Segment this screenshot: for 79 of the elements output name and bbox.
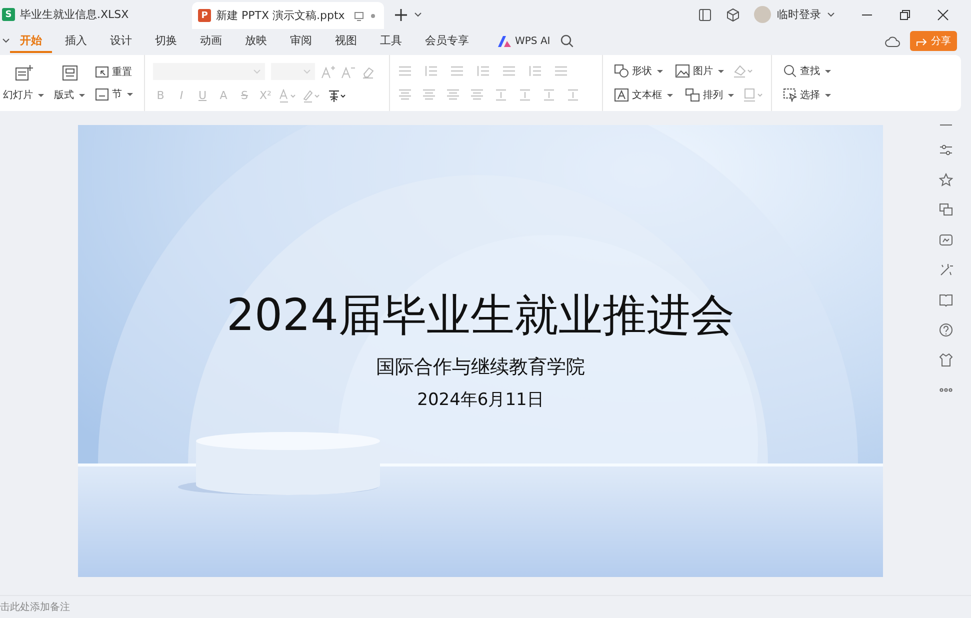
sliders-icon[interactable]	[939, 143, 953, 157]
document-tab-label: 新建 PPTX 演示文稿.pptx	[216, 8, 346, 23]
picture-icon	[675, 64, 690, 78]
file-type-icon: P	[198, 9, 211, 22]
slide-title: 2024届毕业生就业推进会	[226, 289, 734, 343]
reset-icon	[95, 66, 109, 78]
shapes-icon	[614, 64, 629, 78]
avatar-icon[interactable]	[754, 6, 771, 23]
find-button[interactable]: 查找	[780, 62, 834, 80]
section-button[interactable]: 节	[92, 85, 136, 103]
book-icon[interactable]	[939, 293, 953, 307]
outline-icon[interactable]	[743, 88, 763, 102]
star-icon[interactable]	[939, 173, 953, 187]
increase-font-icon[interactable]	[321, 64, 335, 79]
collapse-icon[interactable]	[940, 123, 952, 127]
menu-tab[interactable]: 动画	[190, 30, 232, 52]
arrange-button[interactable]: 排列	[682, 86, 737, 104]
menu-tab[interactable]: 工具	[370, 30, 412, 52]
align-icon[interactable]	[398, 88, 414, 102]
help-icon[interactable]	[939, 323, 953, 337]
magic-wand-icon[interactable]	[939, 263, 953, 277]
share-arrow-icon	[916, 36, 928, 46]
slide-subtitle: 国际合作与继续教育学院	[376, 355, 585, 380]
menu-tab[interactable]: 会员专享	[415, 30, 479, 52]
menu-tab[interactable]: 插入	[55, 30, 97, 52]
ai-logo-icon	[498, 36, 511, 46]
close-icon[interactable]	[937, 8, 949, 20]
font-size-field[interactable]	[271, 63, 315, 80]
layout-button[interactable]: 版式	[51, 86, 88, 104]
menu-tab[interactable]: 切换	[145, 30, 187, 52]
eraser-icon[interactable]	[361, 64, 375, 79]
menu-tab[interactable]: 设计	[100, 30, 142, 52]
fill-icon[interactable]	[733, 64, 753, 78]
menu-tab[interactable]: 放映	[235, 30, 277, 52]
search-icon[interactable]	[560, 34, 574, 48]
align-icon[interactable]	[470, 88, 486, 102]
shapes-button[interactable]: 形状	[611, 62, 666, 80]
caret-icon[interactable]	[2, 38, 10, 44]
layout-icon[interactable]	[60, 64, 78, 82]
dot-icon	[370, 12, 376, 18]
font-name-field[interactable]	[153, 63, 265, 80]
section-icon	[95, 88, 109, 100]
new-slide-icon[interactable]	[14, 64, 32, 82]
align-icon[interactable]	[446, 88, 462, 102]
slide[interactable]: 2024届毕业生就业推进会 国际合作与继续教育学院 2024年6月11日	[78, 125, 883, 577]
slide-date: 2024年6月11日	[417, 389, 544, 411]
ai-button[interactable]: WPS AI	[498, 36, 550, 46]
text-box-icon	[614, 88, 629, 102]
cursor-select-icon	[783, 88, 797, 102]
caret-icon[interactable]	[827, 12, 835, 18]
cloud-icon[interactable]	[885, 34, 900, 48]
account-name[interactable]: 临时登录	[777, 7, 821, 22]
menu-tab[interactable]: 视图	[325, 30, 367, 52]
monitor-icon[interactable]	[353, 10, 365, 22]
document-tab[interactable]: P 新建 PPTX 演示文稿.pptx	[192, 2, 384, 29]
new-slide-button[interactable]: 幻灯片	[0, 86, 47, 104]
font-color-icon[interactable]	[279, 88, 297, 103]
shirt-icon[interactable]	[939, 353, 953, 367]
menu-tab[interactable]: 审阅	[280, 30, 322, 52]
document-tab[interactable]: S 毕业生就业信息.XLSX	[0, 2, 178, 27]
picture-button[interactable]: 图片	[672, 62, 727, 80]
reset-button[interactable]: 重置	[92, 63, 135, 81]
phonetic-icon[interactable]	[327, 88, 347, 103]
arrange-icon	[685, 88, 700, 102]
caret-icon[interactable]	[414, 12, 422, 18]
decrease-font-icon[interactable]	[341, 64, 355, 79]
image-edit-icon[interactable]	[939, 233, 953, 247]
file-type-icon: S	[2, 8, 15, 21]
select-button[interactable]: 选择	[780, 86, 834, 104]
document-tab-label: 毕业生就业信息.XLSX	[20, 7, 130, 22]
panel-icon[interactable]	[698, 8, 712, 22]
restore-icon[interactable]	[899, 8, 911, 20]
highlighter-icon[interactable]	[303, 88, 321, 103]
cube-icon[interactable]	[726, 8, 740, 22]
add-tab-icon[interactable]	[394, 8, 408, 22]
text-box-button[interactable]: 文本框	[611, 86, 676, 104]
slides-copy-icon[interactable]	[939, 203, 953, 217]
search-icon	[783, 64, 797, 78]
align-icon[interactable]	[422, 88, 438, 102]
